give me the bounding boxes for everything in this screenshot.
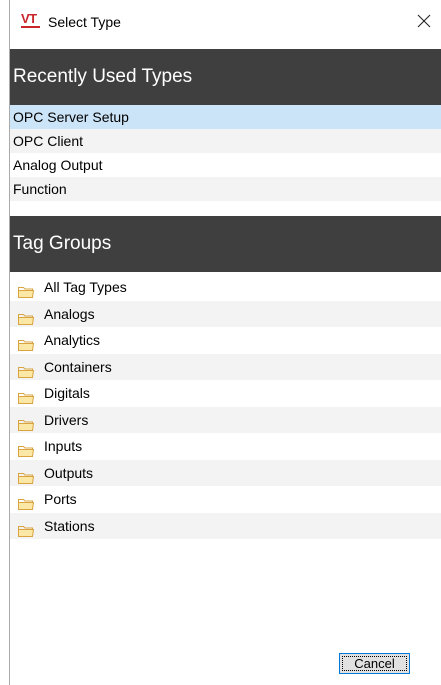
tag-group-item[interactable]: Containers	[10, 353, 441, 380]
tag-group-item[interactable]: Stations	[10, 512, 441, 539]
tag-groups-header: Tag Groups	[10, 216, 441, 272]
tag-group-item[interactable]: Digitals	[10, 380, 441, 407]
tag-group-item[interactable]: Ports	[10, 486, 441, 513]
cancel-button[interactable]: Cancel	[339, 653, 410, 674]
close-button[interactable]	[413, 10, 435, 32]
folder-icon	[18, 308, 35, 325]
tag-group-label: Analytics	[44, 332, 101, 349]
select-type-dialog: VT Select Type Recently Used Types OPC S…	[9, 0, 441, 685]
recent-type-item[interactable]: Analog Output	[10, 153, 441, 177]
tag-group-label: Ports	[44, 491, 77, 508]
tag-group-label: Stations	[44, 517, 95, 534]
recent-type-item[interactable]: OPC Client	[10, 129, 441, 153]
title-bar: VT Select Type	[10, 0, 441, 44]
tag-group-label: All Tag Types	[44, 279, 127, 296]
tag-group-label: Inputs	[44, 438, 83, 455]
tag-group-item[interactable]: All Tag Types	[10, 274, 441, 301]
window-title: Select Type	[48, 14, 121, 30]
close-icon	[417, 14, 431, 28]
folder-icon	[18, 387, 35, 405]
recent-types-list: OPC Server Setup OPC Client Analog Outpu…	[10, 105, 441, 201]
recent-type-item[interactable]: OPC Server Setup	[10, 105, 441, 129]
tag-group-item[interactable]: Inputs	[10, 433, 441, 460]
folder-icon	[18, 281, 35, 299]
folder-icon	[18, 467, 35, 484]
vt-logo-icon: VT	[21, 12, 41, 28]
recent-types-header: Recently Used Types	[10, 49, 441, 105]
folder-icon	[18, 361, 35, 378]
tag-group-label: Digitals	[44, 385, 90, 402]
tag-group-label: Drivers	[44, 411, 89, 428]
folder-icon	[18, 414, 35, 431]
folder-icon	[18, 334, 35, 352]
tag-group-label: Containers	[44, 358, 112, 375]
tag-groups-list: All Tag Types Analogs Analytics Containers D…	[10, 274, 441, 539]
tag-group-label: Outputs	[44, 464, 94, 481]
tag-group-label: Analogs	[44, 305, 95, 322]
folder-icon	[18, 440, 35, 458]
recent-type-item[interactable]: Function	[10, 177, 441, 201]
folder-icon	[18, 493, 35, 511]
folder-icon	[18, 520, 35, 537]
tag-group-item[interactable]: Drivers	[10, 406, 441, 433]
tag-group-item[interactable]: Analogs	[10, 300, 441, 327]
tag-group-item[interactable]: Outputs	[10, 459, 441, 486]
tag-group-item[interactable]: Analytics	[10, 327, 441, 354]
